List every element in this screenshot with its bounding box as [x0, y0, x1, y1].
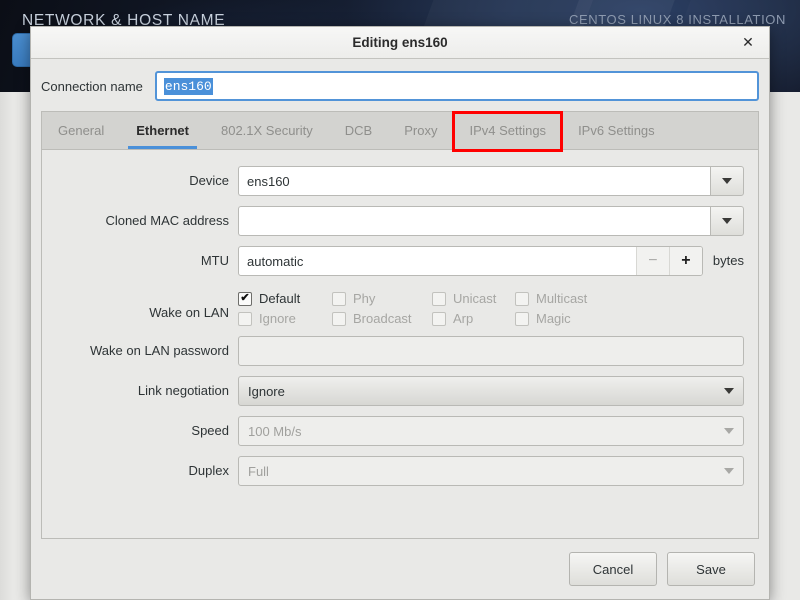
cloned-mac-dropdown-button[interactable]	[710, 206, 744, 236]
tab-proxy[interactable]: Proxy	[388, 112, 453, 149]
wol-option-label: Default	[259, 291, 301, 306]
cloned-mac-combo[interactable]	[238, 206, 744, 236]
wol-checkbox-broadcast[interactable]: Broadcast	[332, 311, 432, 326]
wake-on-lan-row: Wake on LAN ✔ Default Phy Unicast Multica…	[56, 286, 744, 326]
checkbox-checked-icon: ✔	[238, 291, 252, 306]
checkbox-icon	[432, 291, 446, 306]
device-value[interactable]: ens160	[238, 166, 710, 196]
device-dropdown-button[interactable]	[710, 166, 744, 196]
device-row: Device ens160	[56, 166, 744, 196]
wol-password-input[interactable]	[238, 336, 744, 366]
tab-label: Proxy	[404, 123, 438, 138]
mtu-value[interactable]: automatic	[239, 247, 636, 275]
duplex-label: Duplex	[188, 463, 229, 478]
tab-bar: General Ethernet 802.1X Security DCB Pro…	[41, 111, 759, 149]
dialog-title: Editing ens160	[352, 35, 448, 50]
mtu-decrement-button[interactable]: −	[635, 247, 669, 275]
checkbox-icon	[332, 311, 346, 326]
wol-option-label: Multicast	[536, 291, 588, 306]
cloned-mac-row: Cloned MAC address	[56, 206, 744, 236]
tab-label: IPv4 Settings	[469, 123, 547, 138]
tab-ipv4-settings[interactable]: IPv4 Settings	[453, 112, 562, 149]
device-label: Device	[189, 173, 229, 188]
speed-label: Speed	[191, 423, 229, 438]
wol-password-row: Wake on LAN password	[56, 336, 744, 366]
link-negotiation-label: Link negotiation	[137, 383, 229, 398]
cancel-button[interactable]: Cancel	[569, 552, 657, 586]
connection-name-input[interactable]: ens160	[154, 71, 759, 101]
dialog-titlebar: Editing ens160 ✕	[31, 27, 769, 59]
wol-checkbox-phy[interactable]: Phy	[332, 291, 432, 306]
duplex-row: Duplex Full	[56, 456, 744, 486]
connection-name-label: Connection name	[41, 78, 143, 94]
tab-dcb[interactable]: DCB	[329, 112, 388, 149]
wol-option-label: Magic	[536, 311, 571, 326]
ethernet-tab-content: Device ens160 Cloned MAC address MTU aut…	[41, 149, 759, 539]
chevron-down-icon	[722, 218, 732, 224]
device-combo[interactable]: ens160	[238, 166, 744, 196]
connection-name-row: Connection name ens160	[31, 59, 769, 111]
chevron-down-icon	[724, 468, 734, 474]
link-negotiation-row: Link negotiation Ignore	[56, 376, 744, 406]
tab-general[interactable]: General	[42, 112, 120, 149]
connection-name-value: ens160	[163, 77, 213, 95]
mtu-increment-button[interactable]: +	[668, 247, 702, 275]
wol-checkbox-ignore[interactable]: Ignore	[238, 311, 332, 326]
checkbox-icon	[332, 291, 346, 306]
tab-label: Ethernet	[136, 123, 189, 138]
tab-8021x-security[interactable]: 802.1X Security	[205, 112, 329, 149]
cloned-mac-label: Cloned MAC address	[105, 213, 229, 228]
tab-label: DCB	[344, 123, 373, 138]
save-button[interactable]: Save	[667, 552, 755, 586]
wol-option-label: Unicast	[453, 291, 497, 306]
wol-option-label: Phy	[353, 291, 376, 306]
chevron-down-icon	[722, 178, 732, 184]
chevron-down-icon	[724, 428, 734, 434]
tab-label: 802.1X Security	[220, 123, 313, 138]
duplex-value: Full	[248, 463, 269, 479]
tab-ipv6-settings[interactable]: IPv6 Settings	[562, 112, 671, 149]
checkbox-icon	[515, 291, 529, 306]
tab-label: IPv6 Settings	[578, 123, 655, 138]
mtu-label: MTU	[200, 253, 229, 268]
tab-label: General	[58, 123, 105, 138]
wol-option-label: Arp	[453, 311, 474, 326]
cloned-mac-value[interactable]	[238, 206, 710, 236]
wol-option-label: Ignore	[259, 311, 296, 326]
wol-option-label: Broadcast	[353, 311, 412, 326]
wol-checkbox-magic[interactable]: Magic	[515, 311, 744, 326]
mtu-row: MTU automatic − + bytes	[56, 246, 744, 276]
wol-checkbox-multicast[interactable]: Multicast	[515, 291, 744, 306]
editing-connection-dialog: Editing ens160 ✕ Connection name ens160 …	[30, 26, 770, 600]
wake-on-lan-label: Wake on LAN	[149, 305, 229, 320]
link-negotiation-value: Ignore	[248, 383, 285, 399]
checkbox-icon	[432, 311, 446, 326]
tab-ethernet[interactable]: Ethernet	[120, 112, 205, 149]
wol-checkbox-unicast[interactable]: Unicast	[432, 291, 515, 306]
installer-product-title: CENTOS LINUX 8 INSTALLATION	[568, 12, 786, 27]
checkbox-icon	[238, 311, 252, 326]
checkbox-icon	[515, 311, 529, 326]
wol-checkbox-arp[interactable]: Arp	[432, 311, 515, 326]
chevron-down-icon	[724, 388, 734, 394]
close-icon[interactable]: ✕	[737, 32, 759, 54]
wol-password-label: Wake on LAN password	[90, 343, 229, 358]
wol-checkbox-default[interactable]: ✔ Default	[238, 291, 332, 306]
wake-on-lan-options: ✔ Default Phy Unicast Multicast Ignore Br…	[238, 286, 744, 326]
mtu-stepper[interactable]: automatic − +	[238, 246, 703, 276]
speed-row: Speed 100 Mb/s	[56, 416, 744, 446]
speed-value: 100 Mb/s	[248, 423, 302, 439]
dialog-footer: Cancel Save	[31, 539, 769, 599]
tab-bar-wrapper: General Ethernet 802.1X Security DCB Pro…	[41, 111, 759, 152]
link-negotiation-select[interactable]: Ignore	[238, 376, 744, 406]
mtu-unit-label: bytes	[712, 253, 744, 268]
speed-select: 100 Mb/s	[238, 416, 744, 446]
duplex-select: Full	[238, 456, 744, 486]
